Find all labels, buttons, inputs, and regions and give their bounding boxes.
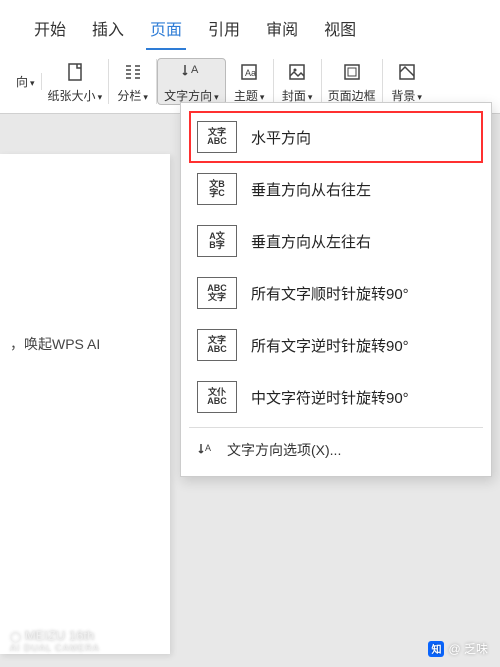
document-page[interactable]: ，唤起WPS AI: [0, 154, 170, 654]
dropdown-label: 垂直方向从右往左: [251, 179, 371, 200]
columns-icon: [120, 59, 146, 85]
dropdown-item-rotate-cw[interactable]: ABC文字 所有文字顺时针旋转90°: [189, 267, 483, 319]
direction-icon-rotate-cw: ABC文字: [197, 277, 237, 309]
svg-text:Aa: Aa: [245, 68, 256, 78]
dropdown-text-direction-options[interactable]: A 文字方向选项(X)...: [189, 432, 483, 468]
toolbar-theme[interactable]: Aa 主题▾: [226, 59, 274, 104]
tab-view[interactable]: 视图: [320, 10, 360, 50]
svg-text:A: A: [205, 443, 211, 453]
direction-icon-chinese-ccw: 文仆ABC: [197, 381, 237, 413]
dropdown-divider: [189, 427, 483, 428]
toolbar-page-border[interactable]: 页面边框: [322, 59, 383, 104]
dropdown-label: 水平方向: [251, 127, 311, 148]
toolbar-columns[interactable]: 分栏▾: [109, 59, 157, 104]
background-icon: [394, 59, 420, 85]
dropdown-item-vertical-ltr[interactable]: A文B字 垂直方向从左往右: [189, 215, 483, 267]
direction-icon-rotate-ccw: 文字ABC: [197, 329, 237, 361]
dropdown-label: 所有文字逆时针旋转90°: [251, 335, 409, 356]
zhihu-watermark: 知 @ 乏味: [428, 640, 488, 657]
zhihu-icon: 知: [428, 641, 444, 657]
chevron-down-icon: ▾: [417, 92, 422, 102]
dropdown-item-chinese-ccw[interactable]: 文仆ABC 中文字符逆时针旋转90°: [189, 371, 483, 423]
chevron-down-icon: ▾: [30, 78, 35, 88]
direction-icon-horizontal: 文字ABC: [197, 121, 237, 153]
dropdown-label: 所有文字顺时针旋转90°: [251, 283, 409, 304]
chevron-down-icon: ▾: [143, 92, 148, 102]
toolbar-paper-size[interactable]: 纸张大小▾: [42, 59, 110, 104]
toolbar-text-direction[interactable]: A 文字方向▾: [157, 58, 226, 105]
dropdown-item-rotate-ccw[interactable]: 文字ABC 所有文字逆时针旋转90°: [189, 319, 483, 371]
direction-icon-vertical-rtl: 文B字C: [197, 173, 237, 205]
toolbar-background[interactable]: 背景▾: [383, 59, 431, 104]
text-direction-options-icon: A: [197, 441, 217, 459]
document-hint: ，唤起WPS AI: [10, 336, 100, 352]
svg-text:A: A: [191, 64, 199, 76]
cover-icon: [284, 59, 310, 85]
dropdown-item-horizontal[interactable]: 文字ABC 水平方向: [189, 111, 483, 163]
tab-reference[interactable]: 引用: [204, 10, 244, 50]
tab-insert[interactable]: 插入: [88, 10, 128, 50]
dropdown-label: 中文字符逆时针旋转90°: [251, 387, 409, 408]
ribbon-tabs: 开始 插入 页面 引用 审阅 视图: [0, 0, 500, 50]
device-watermark: ◯ MEIZU 16th AI DUAL CAMERA: [10, 628, 100, 653]
page-border-icon: [339, 59, 365, 85]
chevron-down-icon: ▾: [260, 92, 265, 102]
toolbar-cover[interactable]: 封面▾: [274, 59, 322, 104]
chevron-down-icon: ▾: [308, 92, 313, 102]
dropdown-options-label: 文字方向选项(X)...: [227, 440, 341, 460]
paper-size-icon: [62, 59, 88, 85]
tab-start[interactable]: 开始: [30, 10, 70, 50]
tab-review[interactable]: 审阅: [262, 10, 302, 50]
dropdown-item-vertical-rtl[interactable]: 文B字C 垂直方向从右往左: [189, 163, 483, 215]
chevron-down-icon: ▾: [214, 92, 219, 102]
toolbar-orientation[interactable]: 向▾: [10, 73, 42, 90]
chevron-down-icon: ▾: [98, 92, 103, 102]
dropdown-label: 垂直方向从左往右: [251, 231, 371, 252]
tab-page[interactable]: 页面: [146, 10, 186, 50]
text-direction-dropdown: 文字ABC 水平方向 文B字C 垂直方向从右往左 A文B字 垂直方向从左往右 A…: [180, 102, 492, 477]
direction-icon-vertical-ltr: A文B字: [197, 225, 237, 257]
text-direction-icon: A: [178, 59, 204, 85]
theme-icon: Aa: [236, 59, 262, 85]
